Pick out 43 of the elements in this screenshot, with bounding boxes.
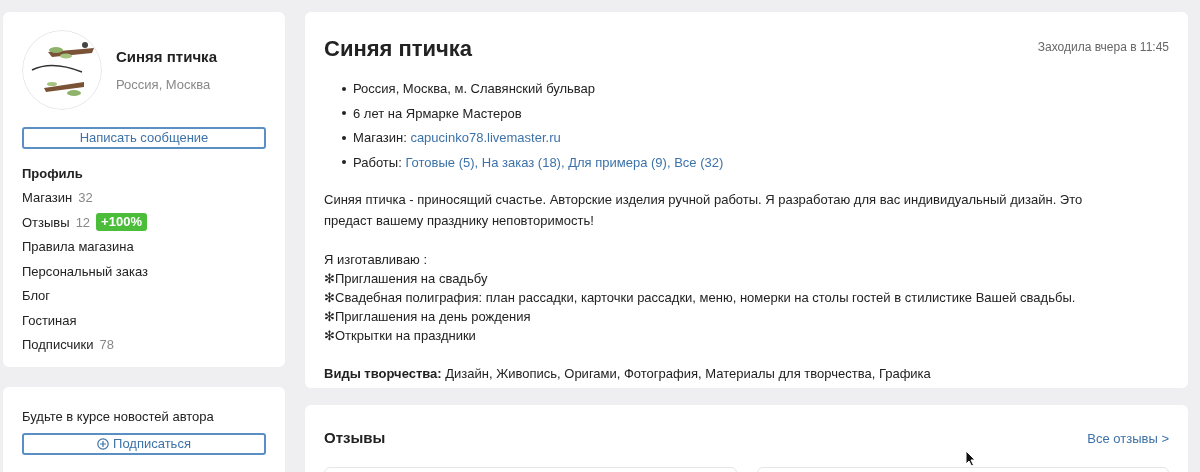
menu-item[interactable]: Правила магазина: [22, 237, 134, 257]
menu-item[interactable]: Гостиная: [22, 310, 77, 330]
list-item-text: ✻Свадебная полиграфия: план рассадки, карточки рассадки, меню, номерки на столы гостей в стилистике Вашей свадьбы.: [324, 289, 1077, 307]
message-button[interactable]: Написать сообщение: [22, 127, 266, 149]
last-seen: Заходила вчера в 11:45: [1037, 39, 1169, 56]
bullet-icon: [342, 135, 346, 140]
list-heading: Я изготавливаю :: [324, 251, 429, 269]
all-reviews-link[interactable]: Все отзывы >: [1087, 428, 1169, 448]
link[interactable]: capucinko78.livemaster.ru: [410, 130, 561, 145]
menu-item[interactable]: Блог: [22, 286, 51, 306]
menu-count: 78: [99, 336, 114, 354]
menu-count: 32: [78, 189, 93, 207]
profile-location: Россия, Москва: [116, 75, 212, 94]
link[interactable]: Готовые (5),: [405, 154, 479, 170]
bullet-icon: [342, 160, 346, 165]
menu-item[interactable]: Магазин: [22, 188, 73, 208]
bullet-icon: [342, 111, 346, 116]
link[interactable]: Для примера (9),: [568, 154, 671, 170]
menu-item[interactable]: Отзывы: [22, 212, 70, 232]
fact-text: Магазин: capucinko78.livemaster.ru: [353, 129, 561, 147]
plus-icon: [97, 437, 110, 450]
subscribe-text: Будьте в курсе новостей автора: [22, 408, 215, 426]
description-text: Синяя птичка - приносящий счастье. Авторские изделия ручной работы. Я разработаю для вас индивидуальный дизайн. Это предаст вашему празднику неповторимость!: [324, 191, 1084, 230]
menu-item[interactable]: Персональный заказ: [22, 261, 149, 281]
list-item-text: ✻Приглашения на день рождения: [324, 308, 532, 326]
cursor-icon: [965, 450, 976, 467]
menu-item[interactable]: Подписчики: [22, 335, 94, 355]
reviews-title: Отзывы: [324, 428, 386, 448]
list-item-text: ✻Приглашения на свадьбу: [324, 270, 489, 288]
profile-name: Синяя птичка: [116, 47, 217, 67]
bullet-icon: [342, 86, 346, 91]
menu-count: 12: [75, 213, 91, 232]
fact-text: Россия, Москва, м. Славянский бульвар: [353, 80, 596, 98]
fact-text: 6 лет на Ярмарке Мастеров: [353, 104, 522, 123]
shop-title: Синяя птичка: [324, 35, 473, 63]
menu-item[interactable]: Профиль: [22, 163, 83, 183]
subscribe-button[interactable]: Подписаться: [22, 432, 266, 455]
list-item-text: ✻Открытки на праздники: [324, 327, 477, 345]
genres-text: Виды творчества: Дизайн, Живопись, Оригами, Фотография, Материалы для творчества, Графика: [324, 365, 932, 383]
fact-text: Работы: Готовые (5), На заказ (18), Для примера (9), Все (32): [353, 153, 724, 172]
rating-badge: +100%: [96, 213, 147, 232]
link[interactable]: Все (32): [674, 154, 724, 170]
link[interactable]: На заказ (18),: [481, 154, 565, 170]
